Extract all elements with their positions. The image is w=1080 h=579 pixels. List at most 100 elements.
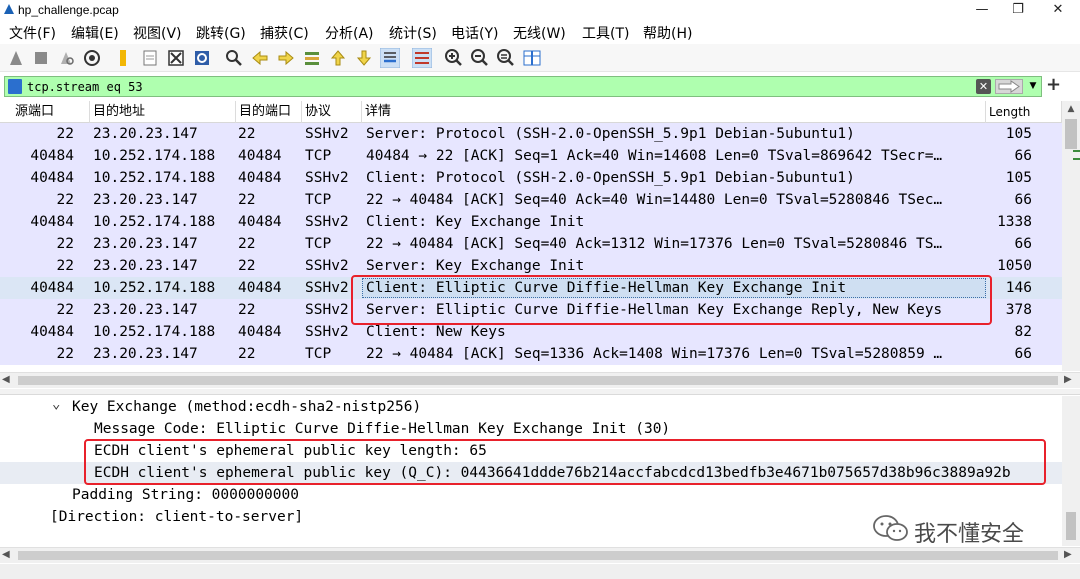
restart-capture-icon[interactable] <box>56 48 76 68</box>
tree-item[interactable]: ECDH client's ephemeral public key lengt… <box>0 440 1062 462</box>
pane-splitter[interactable] <box>0 389 1080 395</box>
close-button[interactable]: ✕ <box>1040 0 1076 20</box>
table-row[interactable]: 22 23.20.23.147 22 SSHv2 Server: Ellipti… <box>0 299 1062 321</box>
menu-tools[interactable]: 工具(T) <box>582 23 629 43</box>
cell-info: Server: Key Exchange Init <box>366 258 585 274</box>
menu-file[interactable]: 文件(F) <box>9 23 56 43</box>
scroll-right-icon[interactable]: ▶ <box>1064 548 1072 562</box>
cell-info: Client: Key Exchange Init <box>366 214 585 230</box>
table-row[interactable]: 22 23.20.23.147 22 TCP 22 → 40484 [ACK] … <box>0 343 1062 365</box>
capture-options-icon[interactable] <box>82 48 102 68</box>
menu-statistics[interactable]: 统计(S) <box>389 23 437 43</box>
reload-file-icon[interactable] <box>192 48 212 68</box>
scroll-thumb[interactable] <box>18 376 1058 385</box>
cell-dst-port: 22 <box>238 192 256 208</box>
minimize-button[interactable]: — <box>964 0 1000 20</box>
column-header-protocol[interactable]: 协议 <box>302 101 362 123</box>
cell-protocol: SSHv2 <box>305 302 349 318</box>
cell-protocol: SSHv2 <box>305 126 349 142</box>
table-row-selected[interactable]: 40484 10.252.174.188 40484 SSHv2 Client:… <box>0 277 1062 299</box>
scroll-thumb[interactable] <box>1065 119 1077 149</box>
arrow-right-icon <box>998 80 1020 93</box>
cell-src-port: 22 <box>56 192 74 208</box>
table-row[interactable]: 22 23.20.23.147 22 TCP 22 → 40484 [ACK] … <box>0 189 1062 211</box>
last-packet-icon[interactable] <box>354 48 374 68</box>
scroll-left-icon[interactable]: ◀ <box>2 373 10 387</box>
open-file-icon[interactable] <box>113 48 133 68</box>
filter-bookmark-icon[interactable] <box>8 79 22 94</box>
start-capture-icon[interactable] <box>6 48 26 68</box>
cell-dst-addr: 10.252.174.188 <box>93 324 216 340</box>
resize-columns-icon[interactable] <box>522 48 542 68</box>
zoom-in-icon[interactable] <box>444 48 464 68</box>
cell-dst-addr: 10.252.174.188 <box>93 148 216 164</box>
go-to-packet-icon[interactable] <box>302 48 322 68</box>
tree-item-key-exchange[interactable]: ⌄ Key Exchange (method:ecdh-sha2-nistp25… <box>0 396 1062 418</box>
chevron-down-icon[interactable]: ⌄ <box>52 396 60 415</box>
menu-go[interactable]: 跳转(G) <box>196 23 246 43</box>
menu-help[interactable]: 帮助(H) <box>643 23 692 43</box>
display-filter-bar: ✕ ▼ + <box>0 75 1080 99</box>
menu-view[interactable]: 视图(V) <box>133 23 182 43</box>
column-header-dst-port[interactable]: 目的端口 <box>236 101 302 123</box>
table-row[interactable]: 22 23.20.23.147 22 TCP 22 → 40484 [ACK] … <box>0 233 1062 255</box>
cell-dst-addr: 23.20.23.147 <box>93 236 198 252</box>
go-forward-icon[interactable] <box>276 48 296 68</box>
auto-scroll-icon[interactable] <box>380 48 400 68</box>
cell-info: 22 → 40484 [ACK] Seq=40 Ack=40 Win=14480… <box>366 192 943 208</box>
colorize-icon[interactable] <box>412 48 432 68</box>
tree-item[interactable]: Message Code: Elliptic Curve Diffie-Hell… <box>0 418 1062 440</box>
minimap-marker <box>1073 158 1080 160</box>
cell-info: 40484 → 22 [ACK] Seq=1 Ack=40 Win=14608 … <box>366 148 943 164</box>
first-packet-icon[interactable] <box>328 48 348 68</box>
scroll-right-icon[interactable]: ▶ <box>1064 373 1072 387</box>
scroll-left-icon[interactable]: ◀ <box>2 548 10 562</box>
details-hscroll[interactable]: ◀ ▶ <box>0 547 1080 563</box>
scroll-thumb[interactable] <box>18 551 1058 560</box>
go-back-icon[interactable] <box>250 48 270 68</box>
menu-edit[interactable]: 编辑(E) <box>71 23 119 43</box>
packet-list-vscroll[interactable]: ▲ <box>1062 101 1080 371</box>
display-filter-input[interactable] <box>27 77 947 96</box>
close-file-icon[interactable] <box>166 48 186 68</box>
cell-src-port: 40484 <box>30 170 74 186</box>
find-packet-icon[interactable] <box>224 48 244 68</box>
tree-item[interactable]: Padding String: 0000000000 <box>0 484 1062 506</box>
add-filter-button[interactable]: + <box>1046 76 1061 96</box>
clear-filter-icon[interactable]: ✕ <box>976 79 991 94</box>
cell-length: 66 <box>1014 236 1032 252</box>
zoom-out-icon[interactable] <box>470 48 490 68</box>
column-header-info[interactable]: 详情 <box>362 101 986 123</box>
normal-size-icon[interactable] <box>496 48 516 68</box>
column-header-dst-addr[interactable]: 目的地址 <box>90 101 236 123</box>
filter-history-dropdown[interactable]: ▼ <box>1027 79 1039 94</box>
table-row[interactable]: 40484 10.252.174.188 40484 SSHv2 Client:… <box>0 211 1062 233</box>
scroll-up-icon[interactable]: ▲ <box>1062 101 1080 117</box>
cell-src-port: 40484 <box>30 280 74 296</box>
tree-item-label: Message Code: Elliptic Curve Diffie-Hell… <box>94 421 671 437</box>
column-header-src-port[interactable]: 源端口 <box>12 101 90 123</box>
save-file-icon[interactable] <box>140 48 160 68</box>
apply-filter-button[interactable] <box>995 79 1023 94</box>
title-bar: hp_challenge.pcap — ❐ ✕ <box>0 0 1080 20</box>
cell-src-port: 22 <box>56 302 74 318</box>
menu-analyze[interactable]: 分析(A) <box>325 23 374 43</box>
menu-telephony[interactable]: 电话(Y) <box>451 23 498 43</box>
tree-item-selected[interactable]: ECDH client's ephemeral public key (Q_C)… <box>0 462 1062 484</box>
menu-capture[interactable]: 捕获(C) <box>260 23 309 43</box>
column-header-length[interactable]: Length <box>986 101 1062 123</box>
table-row[interactable]: 22 23.20.23.147 22 SSHv2 Server: Key Exc… <box>0 255 1062 277</box>
table-row[interactable]: 40484 10.252.174.188 40484 SSHv2 Client:… <box>0 167 1062 189</box>
menu-wireless[interactable]: 无线(W) <box>513 23 566 43</box>
table-row[interactable]: 22 23.20.23.147 22 SSHv2 Server: Protoco… <box>0 123 1062 145</box>
tree-item-label: ECDH client's ephemeral public key (Q_C)… <box>94 465 1011 481</box>
cell-info: Client: Elliptic Curve Diffie-Hellman Ke… <box>366 280 847 296</box>
stop-capture-icon[interactable] <box>31 48 51 68</box>
table-row[interactable]: 40484 10.252.174.188 40484 SSHv2 Client:… <box>0 321 1062 343</box>
restore-button[interactable]: ❐ <box>1000 0 1036 20</box>
packet-list-hscroll[interactable]: ◀ ▶ <box>0 372 1080 388</box>
watermark: 我不懂安全 <box>872 512 1072 547</box>
table-row[interactable]: 40484 10.252.174.188 40484 TCP 40484 → 2… <box>0 145 1062 167</box>
menu-bar: 文件(F) 编辑(E) 视图(V) 跳转(G) 捕获(C) 分析(A) 统计(S… <box>0 20 1080 44</box>
cell-protocol: TCP <box>305 192 332 208</box>
